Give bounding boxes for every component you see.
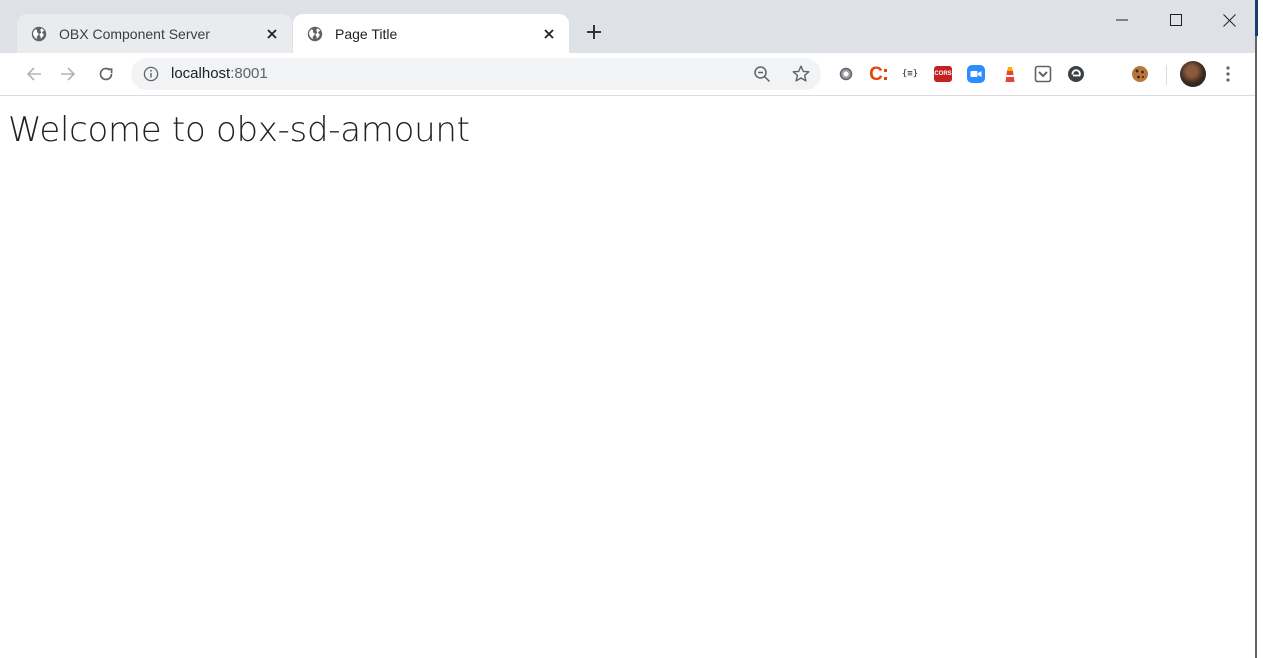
url-text: localhost:8001: [171, 65, 268, 82]
c-extension-dots: [883, 68, 887, 80]
window-edge-accent: [1255, 0, 1258, 36]
tab-page-title[interactable]: Page Title: [293, 14, 569, 53]
close-icon: [1222, 13, 1236, 27]
cors-extension-icon[interactable]: CORS: [933, 64, 953, 84]
browser-toolbar: localhost:8001 C {≡} CORS: [0, 53, 1255, 96]
url-host: localhost: [171, 65, 231, 82]
page-content: Welcome to obx-sd-amount: [0, 96, 1255, 658]
zoom-extension-icon[interactable]: [966, 64, 986, 84]
c-extension-icon[interactable]: C: [868, 64, 888, 84]
reload-icon: [99, 67, 113, 81]
info-icon[interactable]: [143, 66, 159, 82]
close-tab-icon[interactable]: [264, 26, 280, 42]
tab-strip: OBX Component Server Page Title: [0, 0, 1255, 53]
zoom-out-icon[interactable]: [753, 65, 771, 83]
c-extension-label: C: [869, 63, 883, 85]
circle-extension-icon[interactable]: [836, 64, 856, 84]
reload-button[interactable]: [94, 62, 118, 86]
window-edge: [1255, 0, 1257, 658]
new-tab-button[interactable]: [584, 22, 604, 42]
globe-icon: [31, 26, 47, 41]
minimize-icon: [1116, 19, 1128, 21]
forward-button[interactable]: [56, 62, 80, 86]
address-bar[interactable]: localhost:8001: [131, 58, 821, 90]
tab-obx-component-server[interactable]: OBX Component Server: [17, 14, 292, 53]
plus-icon: [587, 25, 601, 39]
kebab-menu-icon: [1226, 66, 1230, 82]
tab-title: Page Title: [335, 25, 398, 42]
cookie-extension-icon[interactable]: [1130, 64, 1150, 84]
json-extension-label: {≡}: [901, 69, 919, 79]
globe-icon: [307, 26, 323, 41]
profile-avatar[interactable]: [1180, 61, 1206, 87]
maximize-button[interactable]: [1154, 6, 1198, 34]
tab-title: OBX Component Server: [59, 25, 210, 42]
pocket-extension-icon[interactable]: [1033, 64, 1053, 84]
json-extension-icon[interactable]: {≡}: [900, 64, 920, 84]
close-window-button[interactable]: [1207, 6, 1251, 34]
minimize-button[interactable]: [1100, 6, 1144, 34]
back-button[interactable]: [22, 62, 46, 86]
page-heading: Welcome to obx-sd-amount: [8, 110, 470, 150]
edit-extension-icon[interactable]: [1066, 64, 1086, 84]
cors-extension-label: CORS: [934, 66, 952, 82]
close-tab-icon[interactable]: [541, 26, 557, 42]
lighthouse-extension-icon[interactable]: [1000, 64, 1020, 84]
maximize-icon: [1170, 14, 1182, 26]
url-port: :8001: [230, 65, 268, 82]
toolbar-separator: [1166, 65, 1167, 85]
browser-window: OBX Component Server Page Title localhos…: [0, 0, 1255, 658]
arrow-right-icon: [61, 67, 76, 81]
arrow-left-icon: [26, 67, 41, 81]
browser-menu-button[interactable]: [1220, 64, 1236, 84]
bookmark-star-icon[interactable]: [791, 64, 811, 84]
